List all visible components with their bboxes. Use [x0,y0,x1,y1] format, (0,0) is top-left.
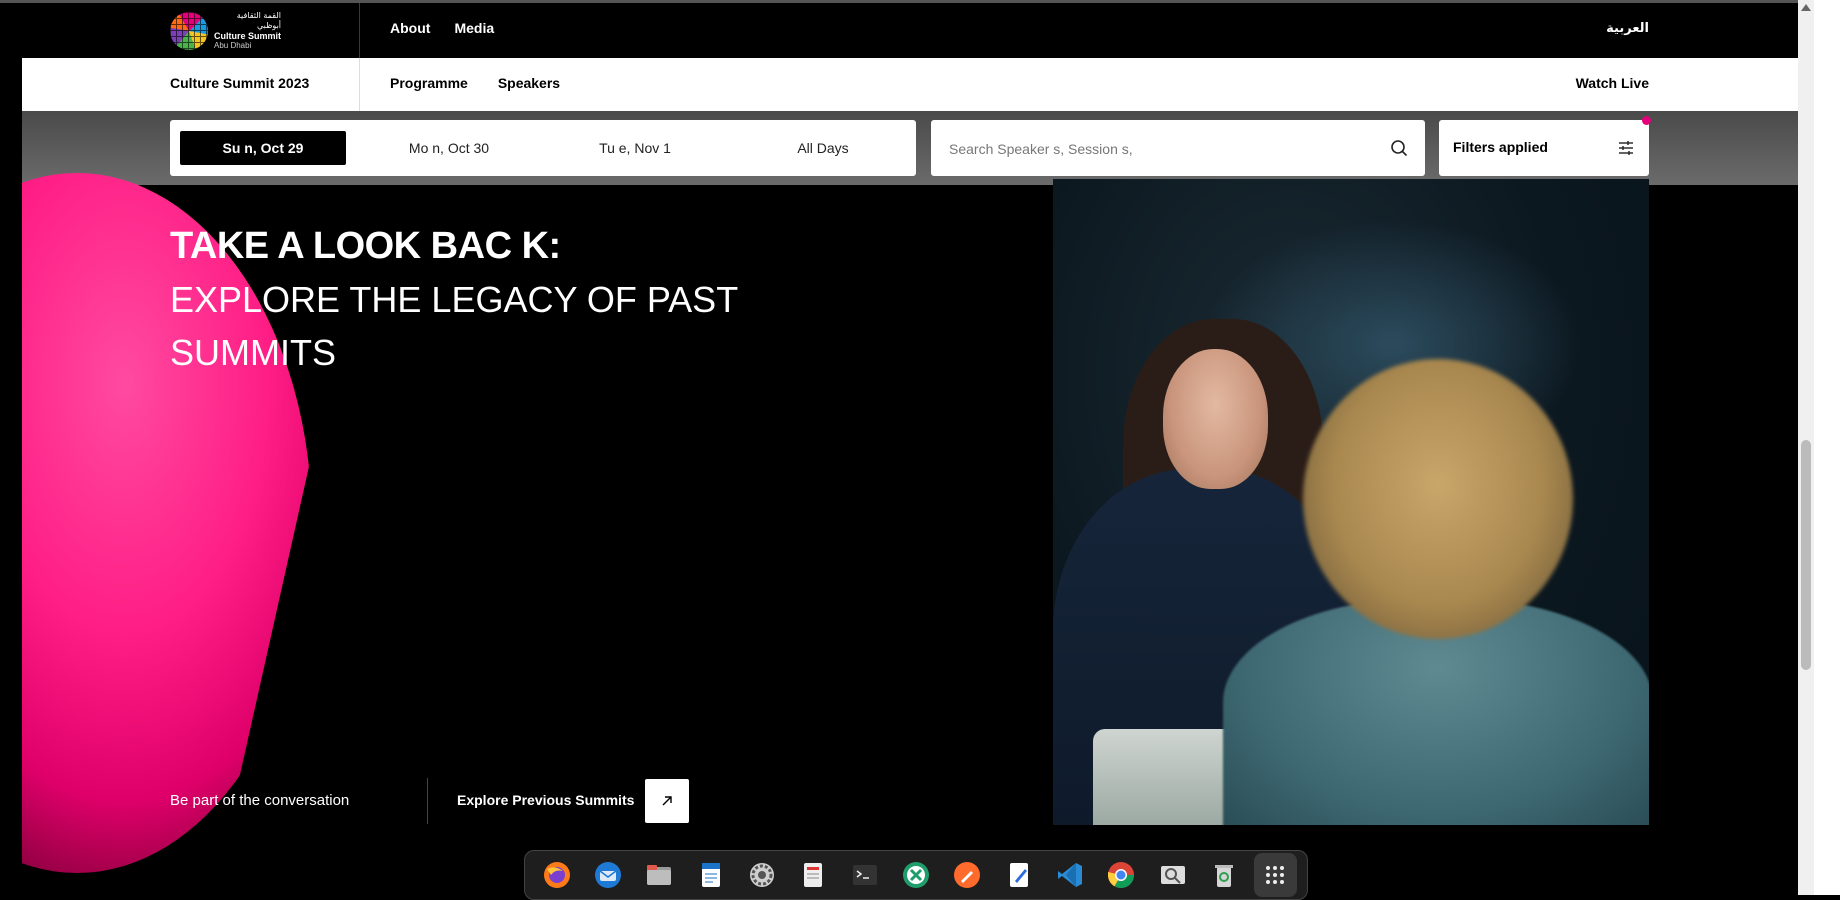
watch-live-link[interactable]: Watch Live [1576,75,1649,91]
pen-tool-icon[interactable] [946,853,989,897]
nav-speakers-link[interactable]: Speakers [498,75,560,91]
chrome-icon[interactable] [1100,853,1143,897]
window-right-gutter [1814,0,1840,895]
filters-label: Filters applied [1453,139,1548,155]
writer-icon[interactable] [689,853,732,897]
day-tab-all-days[interactable]: All Days [740,131,906,165]
subheader-divider [359,58,360,111]
explore-previous-summits-link[interactable]: Explore Previous Summits [457,792,634,808]
language-switch-link[interactable]: العربية [1606,21,1649,36]
hero-photo [1053,179,1649,825]
search-input[interactable] [947,120,1381,178]
files-icon[interactable] [638,853,681,897]
trash-icon[interactable] [1202,853,1245,897]
web-page: القمة الثقافية أبوظبي Culture Summit Abu… [22,3,1798,895]
photo-audience-hair [1303,359,1573,639]
cta-divider [427,778,428,824]
logo-city: Abu Dhabi [214,41,252,50]
app-grid-icon[interactable] [1253,853,1297,897]
nav-programme-link[interactable]: Programme [390,75,468,91]
logo-arabic-line1: القمة الثقافية [236,11,282,20]
crossover-icon[interactable] [894,853,937,897]
arrow-up-right-icon [662,796,672,806]
filters-button[interactable]: Filters applied [1439,116,1651,176]
culture-summit-logo[interactable]: القمة الثقافية أبوظبي Culture Summit Abu… [170,11,281,51]
day-tab-oct-29[interactable]: Su n, Oct 29 [180,131,346,165]
logo-name: Culture Summit [214,31,282,41]
logo-emblem-icon [170,12,208,50]
day-selector: Su n, Oct 29 Mo n, Oct 30 Tu e, Nov 1 Al… [170,120,916,176]
sub-header: Culture Summit 2023 Programme Speakers W… [22,58,1798,111]
search-icon[interactable] [1389,138,1409,158]
settings-icon[interactable] [740,853,783,897]
document-viewer-icon[interactable] [792,853,835,897]
scrollbar-thumb[interactable] [1801,440,1811,670]
thunderbird-icon[interactable] [586,853,629,897]
sliders-icon [1619,141,1633,155]
filter-bar: Su n, Oct 29 Mo n, Oct 30 Tu e, Nov 1 Al… [22,111,1798,185]
day-tab-nov-1[interactable]: Tu e, Nov 1 [552,131,718,165]
hero-subtitle: EXPLORE THE LEGACY OF PAST SUMMITS [170,279,738,373]
firefox-icon[interactable] [535,853,578,897]
search-box [931,120,1425,178]
image-viewer-icon[interactable] [1151,853,1194,897]
sub-nav: Programme Speakers [390,75,560,91]
text-editor-icon[interactable] [997,853,1040,897]
top-header: القمة الثقافية أبوظبي Culture Summit Abu… [22,3,1798,111]
hero-title: TAKE A LOOK BAC K: [170,225,561,267]
nav-about-link[interactable]: About [390,20,430,36]
day-tab-oct-30[interactable]: Mo n, Oct 30 [366,131,532,165]
logo-arabic-line2: أبوظبي [256,21,282,30]
photo-speaker-face [1163,349,1268,489]
vscode-icon[interactable] [1048,853,1091,897]
scroll-up-arrow-icon[interactable] [1801,4,1811,11]
logo-wordmark: القمة الثقافية أبوظبي Culture Summit Abu… [214,11,281,51]
filters-active-indicator [1642,116,1651,125]
hero-tagline: Be part of the conversation [170,792,350,809]
top-nav: About Media [390,20,494,36]
taskbar-dock [524,850,1308,900]
event-title[interactable]: Culture Summit 2023 [170,75,309,91]
terminal-icon[interactable] [843,853,886,897]
explore-arrow-button[interactable] [645,779,689,823]
nav-media-link[interactable]: Media [454,20,494,36]
